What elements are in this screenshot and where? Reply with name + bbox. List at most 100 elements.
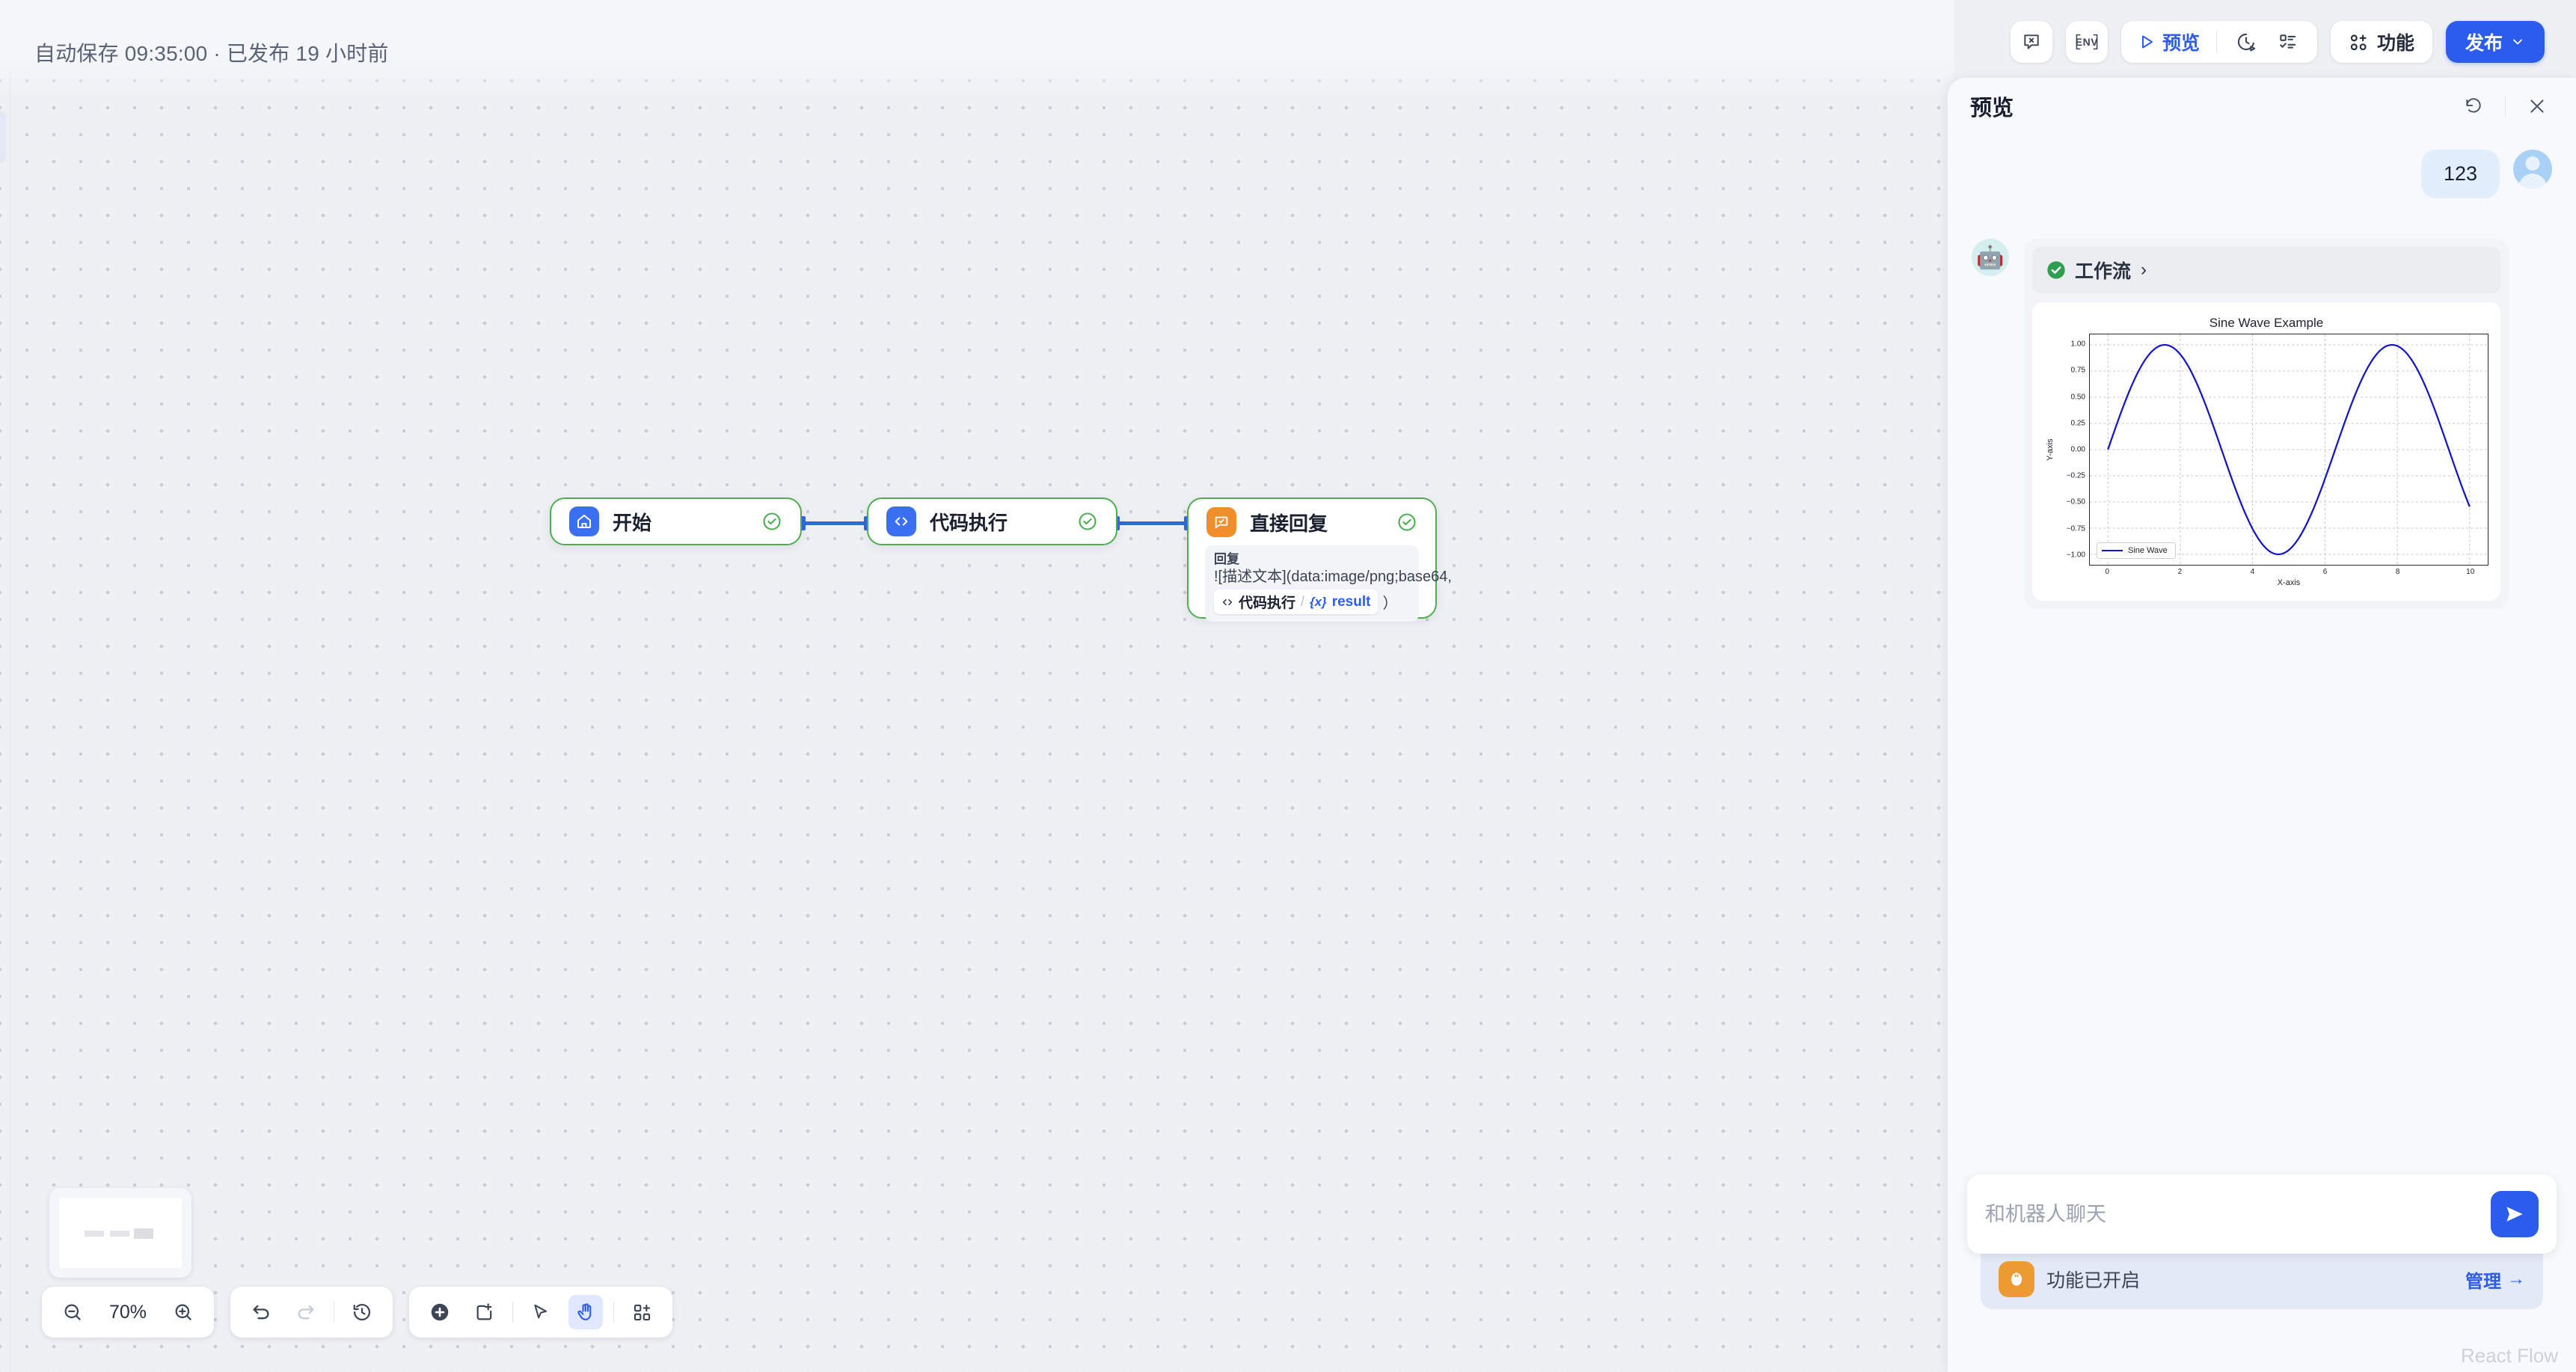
- bot-avatar: 🤖: [1972, 239, 2009, 276]
- env-icon[interactable]: ENV: [2065, 21, 2108, 63]
- features-button[interactable]: 功能: [2330, 21, 2432, 63]
- quote-icon: “: [1999, 1261, 2034, 1297]
- minimap-node: [134, 1228, 153, 1239]
- variable-separator: /: [1301, 594, 1305, 610]
- history-icon[interactable]: [345, 1295, 379, 1329]
- play-icon: [2141, 35, 2153, 49]
- variable-reference-pill[interactable]: 代码执行 / {x} result: [1214, 589, 1379, 615]
- variable-node-name: 代码执行: [1239, 595, 1296, 612]
- zoom-in-icon[interactable]: [166, 1295, 200, 1329]
- chat-composer: “ 功能已开启 管理 →: [1967, 1175, 2557, 1309]
- run-history-icon[interactable]: [2230, 26, 2262, 58]
- divider: [512, 1302, 513, 1323]
- code-icon: [1222, 598, 1233, 605]
- workflow-success-icon: [2046, 260, 2067, 281]
- hand-icon[interactable]: [568, 1295, 603, 1329]
- pointer-icon[interactable]: [524, 1295, 558, 1329]
- tools-group: [409, 1287, 672, 1338]
- chart-y-tick-label: 0.00: [2070, 445, 2085, 454]
- preview-button[interactable]: 预览: [2135, 28, 2203, 55]
- node-status-success-icon: [1077, 511, 1098, 532]
- edge-start-to-code: [806, 521, 867, 525]
- minimap-node: [85, 1231, 104, 1237]
- publish-label: 发布: [2465, 33, 2503, 54]
- node-status-success-icon: [1396, 512, 1417, 533]
- chart-attachment-card: Sine Wave Example Y-axis −1.00 −0.75 −0.50…: [2032, 302, 2500, 601]
- workflow-node-code[interactable]: 代码执行: [867, 497, 1117, 545]
- sine-wave-chart: Sine Wave Example Y-axis −1.00 −0.75 −0.50…: [2044, 316, 2488, 587]
- divider: [613, 1302, 614, 1323]
- reply-field-label: 回复: [1214, 552, 1239, 566]
- apps-add-icon[interactable]: [625, 1295, 659, 1329]
- canvas-top-fade: [0, 0, 1954, 99]
- collapsed-panel-handle[interactable]: [0, 111, 6, 163]
- preview-group: 预览: [2120, 21, 2317, 63]
- chart-y-tick-label: 0.25: [2070, 419, 2085, 428]
- variable-name: result: [1331, 593, 1371, 610]
- workflow-canvas[interactable]: 开始 代码执行 直接回复 回复 ![描述文本](data:image/png;b…: [0, 0, 1954, 1372]
- close-icon[interactable]: [2521, 90, 2554, 123]
- chart-x-tick-label: 2: [2177, 568, 2183, 576]
- code-icon: [886, 506, 916, 536]
- preview-header: 预览: [1948, 78, 2576, 135]
- comment-off-icon[interactable]: [2010, 21, 2052, 63]
- publish-button[interactable]: 发布: [2445, 21, 2545, 63]
- chart-legend: Sine Wave: [2097, 542, 2176, 559]
- manage-features-link[interactable]: 管理 →: [2465, 1267, 2525, 1293]
- preview-title: 预览: [1970, 97, 2014, 120]
- canvas-minimap[interactable]: [49, 1188, 191, 1278]
- chart-x-axis-label: X-axis: [2277, 578, 2301, 587]
- chevron-right-icon: ›: [2141, 260, 2147, 280]
- zoom-controls-group: 70%: [42, 1287, 214, 1338]
- chart-y-axis-label: Y-axis: [2046, 438, 2055, 461]
- node-status-success-icon: [761, 511, 782, 532]
- checklist-icon[interactable]: [2272, 26, 2304, 58]
- edge-code-to-reply: [1120, 521, 1187, 525]
- chart-x-tick-label: 10: [2466, 568, 2475, 576]
- reply-content-box[interactable]: 回复 ![描述文本](data:image/png;base64, 代码执行 /…: [1205, 545, 1452, 622]
- chart-x-tick-label: 8: [2395, 568, 2400, 576]
- history-controls-group: [230, 1287, 393, 1338]
- minimap-node: [110, 1231, 129, 1237]
- preview-header-actions: [2457, 90, 2554, 123]
- apps-add-icon: [2350, 34, 2367, 50]
- chart-y-tick-label: −0.25: [2066, 471, 2085, 480]
- chart-y-tick-label: 0.75: [2070, 366, 2085, 375]
- chart-y-tick-label: −0.75: [2066, 524, 2085, 533]
- bot-message-card: 工作流 › Sine Wave Example Y-axis −1.00 −0.7…: [2024, 239, 2509, 609]
- divider: [2215, 32, 2217, 52]
- canvas-bottom-toolbar: 70%: [42, 1287, 672, 1338]
- chart-plot-area: Sine Wave: [2089, 334, 2488, 566]
- send-icon: [2506, 1207, 2523, 1222]
- legend-line-swatch: [2102, 549, 2123, 552]
- workflow-trace-label: 工作流: [2075, 261, 2132, 282]
- node-title: 直接回复: [1250, 512, 1328, 535]
- workflow-node-start[interactable]: 开始: [550, 497, 802, 545]
- chevron-down-icon: [2513, 39, 2522, 45]
- redo-icon[interactable]: [289, 1295, 323, 1329]
- variable-type-icon: {x}: [1310, 594, 1327, 609]
- minimap-viewport: [59, 1198, 182, 1268]
- zoom-level-value[interactable]: 70%: [100, 1302, 156, 1323]
- chat-input[interactable]: [1985, 1202, 2491, 1226]
- send-button[interactable]: [2491, 1191, 2539, 1237]
- divider: [2505, 96, 2506, 117]
- restart-icon[interactable]: [2457, 90, 2490, 123]
- chart-y-tick-label: −0.50: [2066, 497, 2085, 506]
- zoom-out-icon[interactable]: [55, 1295, 90, 1329]
- undo-icon[interactable]: [244, 1295, 278, 1329]
- add-note-icon[interactable]: [467, 1295, 502, 1329]
- manage-label: 管理: [2465, 1271, 2501, 1292]
- chat-input-box[interactable]: [1967, 1175, 2557, 1254]
- legend-label: Sine Wave: [2128, 546, 2168, 555]
- workflow-node-direct-reply[interactable]: 直接回复 回复 ![描述文本](data:image/png;base64, 代…: [1187, 497, 1452, 622]
- react-flow-watermark: React Flow: [2460, 1344, 2558, 1367]
- chart-y-tick-label: 0.50: [2070, 393, 2085, 402]
- workflow-trace-row[interactable]: 工作流 ›: [2032, 247, 2500, 293]
- node-title: 代码执行: [930, 511, 1008, 534]
- user-avatar: [2513, 150, 2552, 189]
- features-label: 功能: [2376, 33, 2414, 54]
- preview-conversation: 123 🤖 工作流 › Sine Wave Example Y-axis −1.…: [1948, 135, 2576, 1179]
- add-node-icon[interactable]: [423, 1295, 457, 1329]
- env-label: ENV: [2075, 36, 2099, 48]
